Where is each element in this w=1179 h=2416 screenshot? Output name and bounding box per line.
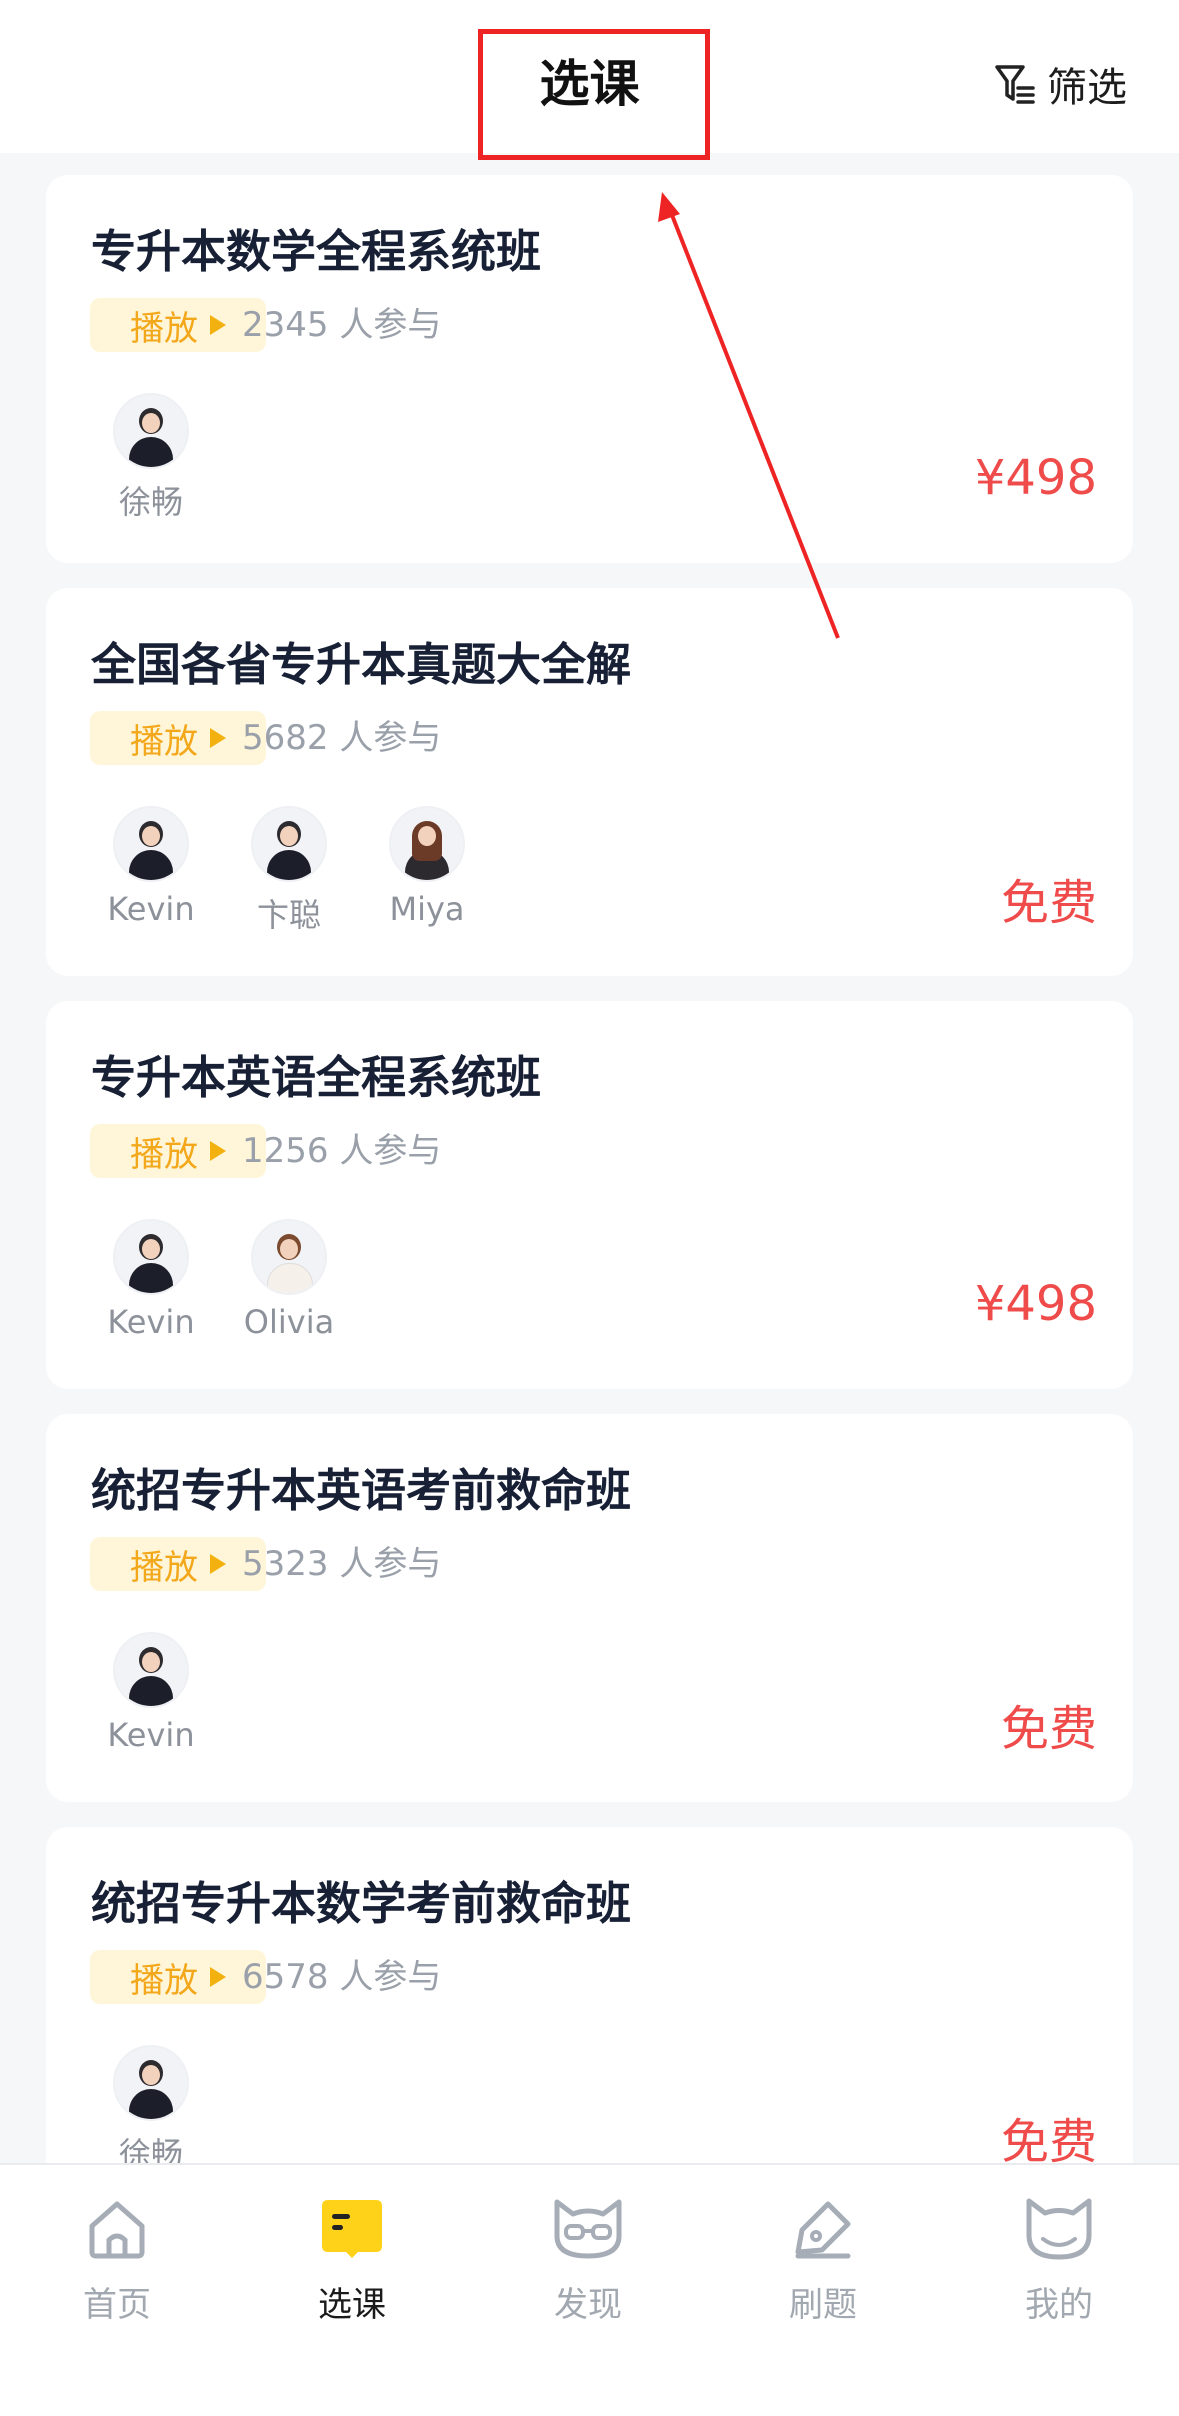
play-icon (210, 1554, 226, 1574)
filter-button[interactable]: 筛选 (993, 56, 1127, 112)
teacher-avatar (113, 806, 189, 882)
course-card[interactable]: 专升本数学全程系统班 播放 2345 人参与 徐畅 ¥498 (46, 175, 1133, 563)
course-title: 统招专升本数学考前救命班 (91, 1877, 632, 1930)
teacher-name: Kevin (107, 890, 195, 928)
tab-label: 刷题 (789, 2285, 857, 2325)
course-price: 免费 (1000, 1701, 1097, 1757)
tab-practice[interactable]: 刷题 (743, 2189, 903, 2326)
top-nav-bar: 选课 筛选 (0, 0, 1179, 160)
play-button[interactable]: 播放 (90, 711, 266, 765)
tab-discover[interactable]: 发现 (508, 2189, 668, 2326)
discover-cat-icon (548, 2189, 628, 2269)
profile-cat-icon (1019, 2189, 1099, 2269)
participant-count: 2345 人参与 (242, 305, 442, 345)
teacher: Kevin (96, 1219, 206, 1341)
teacher-avatar (251, 1219, 327, 1295)
filter-label: 筛选 (1047, 65, 1127, 111)
teacher: Kevin (96, 806, 206, 936)
course-card[interactable]: 统招专升本数学考前救命班 播放 6578 人参与 徐畅 免费 (46, 1827, 1133, 2215)
play-label: 播放 (130, 1134, 198, 1175)
teacher-name: 卞聪 (256, 896, 321, 934)
play-button[interactable]: 播放 (90, 1124, 266, 1178)
home-icon (77, 2189, 157, 2269)
teacher-avatar (113, 2045, 189, 2121)
teacher: Miya (372, 806, 482, 936)
play-button[interactable]: 播放 (90, 1950, 266, 2004)
teacher-list: Kevin 卞聪 Miya (96, 806, 482, 936)
play-label: 播放 (130, 308, 198, 349)
play-icon (210, 1141, 226, 1161)
course-title: 全国各省专升本真题大全解 (91, 638, 632, 691)
teacher: Olivia (234, 1219, 344, 1341)
tab-label: 发现 (554, 2285, 622, 2325)
teacher-avatar (113, 1632, 189, 1708)
participant-count: 5682 人参与 (242, 718, 442, 758)
bottom-tab-bar: 首页 选课 发现 刷题 我的 (0, 2163, 1179, 2416)
teacher: Kevin (96, 1632, 206, 1754)
teacher-avatar (113, 393, 189, 469)
tab-profile[interactable]: 我的 (979, 2189, 1139, 2326)
pen-practice-icon (783, 2189, 863, 2269)
course-card[interactable]: 统招专升本英语考前救命班 播放 5323 人参与 Kevin 免费 (46, 1414, 1133, 1802)
teacher: 卞聪 (234, 806, 344, 936)
course-price: 免费 (1000, 2114, 1097, 2170)
play-label: 播放 (130, 1960, 198, 2001)
teacher-avatar (389, 806, 465, 882)
teacher-name: Miya (389, 890, 465, 928)
play-icon (210, 1967, 226, 1987)
play-button[interactable]: 播放 (90, 298, 266, 352)
participant-count: 5323 人参与 (242, 1544, 442, 1584)
course-title: 专升本英语全程系统班 (91, 1051, 542, 1104)
tab-courses[interactable]: 选课 (272, 2189, 432, 2326)
tab-home[interactable]: 首页 (37, 2189, 197, 2326)
tab-label: 选课 (318, 2285, 386, 2325)
course-price: 免费 (1000, 875, 1097, 931)
teacher-name: Kevin (107, 1716, 195, 1754)
teacher-name: Olivia (243, 1303, 335, 1341)
play-icon (210, 728, 226, 748)
teacher-list: 徐畅 (96, 393, 206, 523)
course-card[interactable]: 专升本英语全程系统班 播放 1256 人参与 Kevin Olivia ¥498 (46, 1001, 1133, 1389)
teacher: 徐畅 (96, 393, 206, 523)
teacher-name: Kevin (107, 1303, 195, 1341)
tab-label: 我的 (1025, 2285, 1093, 2325)
participant-count: 1256 人参与 (242, 1131, 442, 1171)
teacher-list: Kevin (96, 1632, 206, 1754)
play-label: 播放 (130, 1547, 198, 1588)
course-title: 专升本数学全程系统班 (91, 225, 542, 278)
course-card[interactable]: 全国各省专升本真题大全解 播放 5682 人参与 Kevin 卞聪 Miya 免… (46, 588, 1133, 976)
play-label: 播放 (130, 721, 198, 762)
teacher-avatar (113, 1219, 189, 1295)
course-book-icon (312, 2189, 392, 2269)
teacher-name: 徐畅 (118, 483, 183, 521)
course-price: ¥498 (974, 1276, 1097, 1332)
course-price: ¥498 (974, 450, 1097, 506)
tab-label: 首页 (83, 2285, 151, 2325)
course-title: 统招专升本英语考前救命班 (91, 1464, 632, 1517)
play-icon (210, 315, 226, 335)
play-button[interactable]: 播放 (90, 1537, 266, 1591)
teacher-list: 徐畅 (96, 2045, 206, 2175)
participant-count: 6578 人参与 (242, 1957, 442, 1997)
teacher: 徐畅 (96, 2045, 206, 2175)
teacher-avatar (251, 806, 327, 882)
teacher-list: Kevin Olivia (96, 1219, 344, 1341)
filter-icon (993, 61, 1039, 107)
annotation-highlight-box (478, 29, 710, 160)
